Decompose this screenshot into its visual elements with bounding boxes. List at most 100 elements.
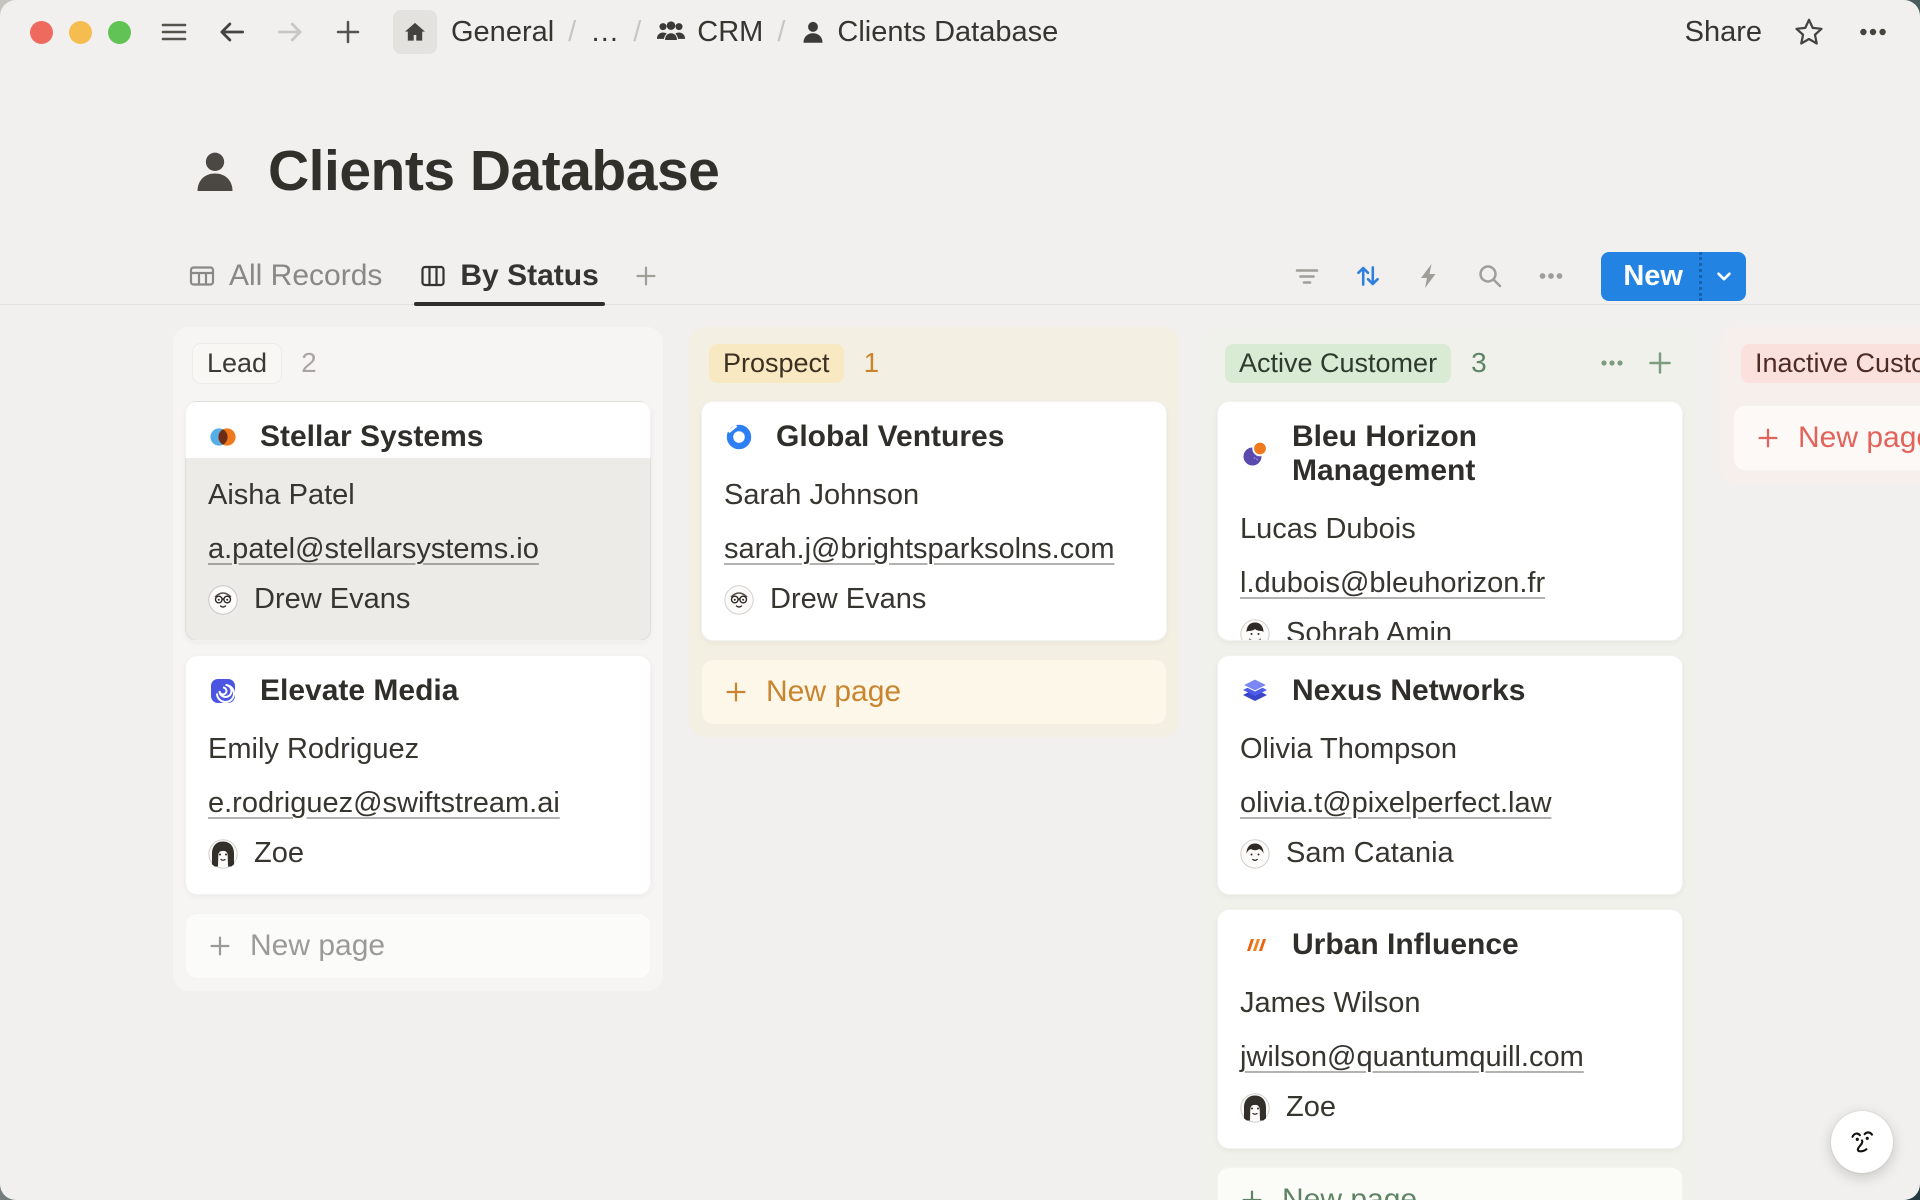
- breadcrumb-item-ellipsis[interactable]: …: [590, 16, 619, 49]
- new-page-label: New page: [766, 675, 901, 709]
- zoom-window-button[interactable]: [108, 21, 131, 44]
- card-company: Urban Influence: [1292, 928, 1519, 962]
- plus-icon: [1238, 1186, 1266, 1200]
- forward-icon[interactable]: [273, 15, 307, 49]
- share-button[interactable]: Share: [1685, 16, 1762, 49]
- card-contact: James Wilson: [1240, 987, 1660, 1020]
- column-inactive-customer: Inactive Customer New page: [1721, 327, 1920, 483]
- stripes-logo-icon: [1240, 930, 1270, 960]
- sort-icon[interactable]: [1351, 259, 1385, 293]
- avatar-zoe: [1240, 1093, 1270, 1123]
- card-contact: Sarah Johnson: [724, 479, 1144, 512]
- avatar-zoe: [208, 839, 238, 869]
- new-button-label[interactable]: New: [1601, 252, 1699, 301]
- sidebar-menu-icon[interactable]: [157, 15, 191, 49]
- card-assignee: Drew Evans: [254, 583, 410, 616]
- ai-assistant-button[interactable]: [1831, 1111, 1893, 1173]
- card-email-link[interactable]: a.patel@stellarsystems.io: [208, 533, 539, 566]
- card-email-link[interactable]: sarah.j@brightsparksolns.com: [724, 533, 1114, 566]
- new-record-button[interactable]: New: [1601, 252, 1746, 301]
- breadcrumb-item-general[interactable]: General: [451, 16, 554, 49]
- column-prospect: Prospect 1 Global Ventures Sarah Johnson…: [689, 327, 1179, 737]
- avatar-drew-evans: [208, 585, 238, 615]
- view-more-options-icon[interactable]: [1534, 259, 1568, 293]
- more-options-icon[interactable]: [1856, 15, 1890, 49]
- team-icon: [655, 16, 687, 48]
- breadcrumb-separator: /: [633, 16, 641, 49]
- view-tabs-bar: All Records By Status: [0, 248, 1920, 305]
- plus-icon: [722, 678, 750, 706]
- breadcrumb-separator: /: [777, 16, 785, 49]
- avatar-sam-catania: [1240, 839, 1270, 869]
- card-email-link[interactable]: olivia.t@pixelperfect.law: [1240, 787, 1552, 820]
- layers-logo-icon: [1240, 676, 1270, 706]
- person-icon: [799, 18, 827, 46]
- breadcrumb: General / … / CRM / Clients Database: [451, 16, 1058, 49]
- column-more-options-icon[interactable]: [1597, 348, 1627, 378]
- card-contact: Emily Rodriguez: [208, 733, 628, 766]
- venn-logo-icon: [208, 422, 238, 452]
- card-company: Nexus Networks: [1292, 674, 1525, 708]
- tab-label: All Records: [229, 259, 382, 293]
- traffic-lights: [30, 21, 131, 44]
- new-tab-icon[interactable]: [331, 15, 365, 49]
- card-global-ventures[interactable]: Global Ventures Sarah Johnson sarah.j@br…: [701, 401, 1167, 641]
- card-company: Stellar Systems: [260, 420, 483, 454]
- favorite-star-icon[interactable]: [1792, 15, 1826, 49]
- card-contact: Olivia Thompson: [1240, 733, 1660, 766]
- breadcrumb-item-crm[interactable]: CRM: [655, 16, 763, 49]
- filter-icon[interactable]: [1290, 259, 1324, 293]
- add-view-icon[interactable]: [629, 259, 663, 293]
- new-page-button-active[interactable]: New page: [1217, 1167, 1683, 1200]
- breadcrumb-label: CRM: [697, 16, 763, 49]
- card-email-link[interactable]: e.rodriguez@swiftstream.ai: [208, 787, 560, 820]
- close-window-button[interactable]: [30, 21, 53, 44]
- column-tag-lead[interactable]: Lead: [193, 344, 281, 383]
- card-stellar-systems[interactable]: Stellar Systems Aisha Patel a.patel@stel…: [185, 401, 651, 641]
- new-button-dropdown[interactable]: [1699, 252, 1746, 301]
- card-elevate-media[interactable]: Elevate Media Emily Rodriguez e.rodrigue…: [185, 655, 651, 895]
- back-icon[interactable]: [215, 15, 249, 49]
- card-assignee: Sam Catania: [1286, 837, 1454, 870]
- page-title: Clients Database: [268, 138, 719, 204]
- new-page-button-lead[interactable]: New page: [185, 913, 651, 979]
- card-bleu-horizon-management[interactable]: Bleu Horizon Management Lucas Dubois l.d…: [1217, 401, 1683, 641]
- pie-logo-icon: [1240, 439, 1270, 469]
- breadcrumb-item-clients-database[interactable]: Clients Database: [799, 16, 1058, 49]
- automations-zap-icon[interactable]: [1412, 259, 1446, 293]
- search-icon[interactable]: [1473, 259, 1507, 293]
- plus-icon: [1754, 424, 1782, 452]
- new-page-label: New page: [250, 929, 385, 963]
- breadcrumb-separator: /: [568, 16, 576, 49]
- card-urban-influence[interactable]: Urban Influence James Wilson jwilson@qua…: [1217, 909, 1683, 1149]
- column-tag-prospect[interactable]: Prospect: [709, 344, 844, 383]
- card-company: Elevate Media: [260, 674, 458, 708]
- tab-by-status[interactable]: By Status: [418, 248, 598, 304]
- chevron-down-icon: [1713, 265, 1735, 287]
- column-lead: Lead 2 Stellar Systems Aisha Patel a.pat…: [173, 327, 663, 991]
- spiral-logo-icon: [208, 676, 238, 706]
- card-assignee: Drew Evans: [770, 583, 926, 616]
- minimize-window-button[interactable]: [69, 21, 92, 44]
- tab-all-records[interactable]: All Records: [187, 248, 382, 304]
- card-email-link[interactable]: jwilson@quantumquill.com: [1240, 1041, 1584, 1074]
- new-page-label: New page: [1282, 1183, 1417, 1200]
- card-email-link[interactable]: l.dubois@bleuhorizon.fr: [1240, 567, 1545, 600]
- column-tag-inactive-customer[interactable]: Inactive Customer: [1741, 344, 1920, 383]
- page-person-icon: [190, 146, 240, 196]
- column-tag-active-customer[interactable]: Active Customer: [1225, 344, 1451, 383]
- new-page-button-inactive[interactable]: New page: [1733, 405, 1920, 471]
- column-add-card-icon[interactable]: [1645, 348, 1675, 378]
- card-contact: Lucas Dubois: [1240, 513, 1660, 546]
- card-nexus-networks[interactable]: Nexus Networks Olivia Thompson olivia.t@…: [1217, 655, 1683, 895]
- home-icon[interactable]: [393, 10, 437, 54]
- card-company: Bleu Horizon Management: [1292, 420, 1660, 488]
- column-count: 3: [1471, 347, 1487, 379]
- tab-label: By Status: [460, 259, 598, 293]
- avatar-sohrab-amin: [1240, 619, 1270, 642]
- new-page-button-prospect[interactable]: New page: [701, 659, 1167, 725]
- card-assignee: Zoe: [254, 837, 304, 870]
- card-assignee: Zoe: [1286, 1091, 1336, 1124]
- card-company: Global Ventures: [776, 420, 1004, 454]
- ring-logo-icon: [724, 422, 754, 452]
